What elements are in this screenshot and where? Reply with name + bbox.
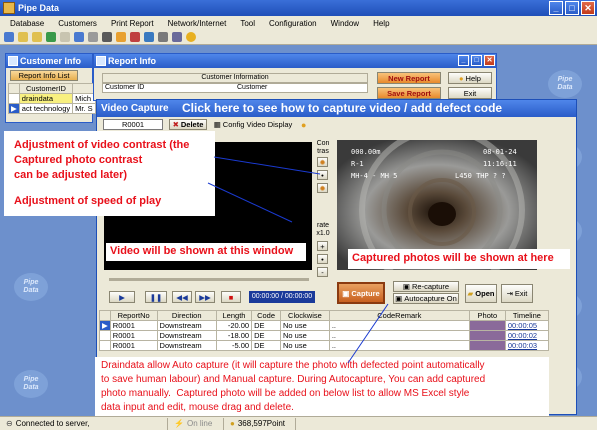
pointer-line (213, 156, 321, 175)
points-status: ● 368,597Point (224, 417, 296, 430)
online-status: ⚡ On line (168, 417, 224, 430)
lightning-icon: ⚡ (174, 419, 184, 428)
pointer-line (207, 182, 293, 223)
pointer-line (347, 303, 389, 364)
status-bar: ⊖ Connected to server, ⚡ On line ● 368,5… (0, 416, 597, 430)
callout-pointer-lines (207, 156, 389, 364)
connection-status: ⊖ Connected to server, (0, 417, 168, 430)
link-icon: ⊖ (6, 419, 13, 428)
coin-icon: ● (230, 419, 235, 428)
